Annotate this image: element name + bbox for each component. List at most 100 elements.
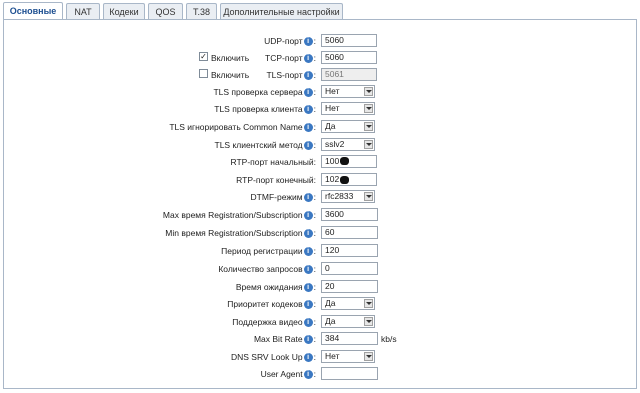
tls-enable-checkbox[interactable] [199,69,208,78]
udp-port-row: UDP-порт i: 5060 [4,34,638,48]
tab-main[interactable]: Основные [3,2,63,20]
tab-advanced-settings[interactable]: Дополнительные настройки [220,3,343,19]
udp-port-label: UDP-порт i: [264,36,316,47]
tls-enable-label: Включить [211,70,250,80]
dtmf-mode-row: DTMF-режим i: rfc2833 [4,190,638,204]
video-support-label: Поддержка видео i: [232,317,316,328]
timeout-row: Время ожидания i: 20 [4,280,638,294]
dtmf-mode-select[interactable]: rfc2833 [321,190,375,203]
info-icon[interactable]: i [303,71,313,81]
info-icon[interactable]: i [303,37,313,47]
chevron-down-icon [364,317,373,326]
info-icon[interactable]: i [303,105,313,115]
tls-verify-client-label: TLS проверка клиента i: [214,104,316,115]
tab-codecs[interactable]: Кодеки [103,3,145,19]
user-agent-label: User Agent i: [260,369,316,380]
min-registration-label: Min время Registration/Subscription i: [165,228,316,239]
tcp-port-input[interactable]: 5060 [321,51,377,64]
rtp-port-start-input[interactable]: 100 [321,155,377,168]
info-icon[interactable]: i [303,123,313,133]
tls-client-method-select[interactable]: sslv2 [321,138,375,151]
dns-srv-label: DNS SRV Look Up i: [230,352,316,363]
info-icon[interactable]: i [303,318,313,328]
timeout-label: Время ожидания i: [235,282,316,293]
tls-client-method-label: TLS клиентский метод i: [214,140,316,151]
codec-priority-label: Приоритет кодеков i: [227,299,316,310]
tls-verify-server-select[interactable]: Нет [321,85,375,98]
timeout-input[interactable]: 20 [321,280,378,293]
codec-priority-row: Приоритет кодеков i: Да [4,297,638,311]
settings-panel: UDP-порт i: 5060 ✓ Включить TCP-порт i: 50… [3,19,637,389]
tls-verify-client-select[interactable]: Нет [321,102,375,115]
tab-qos[interactable]: QOS [148,3,183,19]
bit-rate-unit: kb/s [381,334,397,344]
tls-ignore-cn-label: TLS игнорировать Common Name i: [169,122,316,133]
chevron-down-icon [364,122,373,131]
tls-verify-client-row: TLS проверка клиента i: Нет [4,102,638,116]
info-icon[interactable]: i [303,265,313,275]
info-icon[interactable]: i [303,88,313,98]
info-icon[interactable]: i [303,229,313,239]
tls-ignore-cn-row: TLS игнорировать Common Name i: Да [4,120,638,134]
chevron-down-icon [364,299,373,308]
tls-port-row: Включить TLS-порт i: 5061 [4,68,638,82]
user-agent-input[interactable] [321,367,378,380]
min-registration-input[interactable]: 60 [321,226,378,239]
registration-period-input[interactable]: 120 [321,244,378,257]
video-support-row: Поддержка видео i: Да [4,315,638,329]
info-icon[interactable]: i [303,353,313,363]
rtp-port-start-label: RTP-порт начальный: [230,157,317,167]
tab-t38[interactable]: T.38 [186,3,217,19]
rtp-port-start-row: RTP-порт начальный: 100 [4,155,638,169]
chevron-down-icon [364,104,373,113]
max-bit-rate-input[interactable]: 384 [321,332,378,345]
request-count-row: Количество запросов i: 0 [4,262,638,276]
tls-ignore-cn-select[interactable]: Да [321,120,375,133]
info-icon[interactable]: i [303,54,313,64]
info-icon[interactable]: i [303,370,313,380]
info-icon[interactable]: i [303,193,313,203]
chevron-down-icon [364,140,373,149]
max-bit-rate-row: Max Bit Rate i: 384 kb/s [4,332,638,346]
rtp-port-end-row: RTP-порт конечный: 102 [4,173,638,187]
tls-port-input[interactable]: 5061 [321,68,377,81]
redaction-mark [340,157,349,165]
rtp-port-end-input[interactable]: 102 [321,173,377,186]
tcp-enable-checkbox[interactable]: ✓ [199,52,208,61]
tab-nat[interactable]: NAT [66,3,100,19]
info-icon[interactable]: i [303,283,313,293]
tls-client-method-row: TLS клиентский метод i: sslv2 [4,138,638,152]
tls-verify-server-row: TLS проверка сервера i: Нет [4,85,638,99]
tcp-port-row: ✓ Включить TCP-порт i: 5060 [4,51,638,65]
tls-port-label: TLS-порт i: [266,70,316,81]
registration-period-row: Период регистрации i: 120 [4,244,638,258]
codec-priority-select[interactable]: Да [321,297,375,310]
udp-port-input[interactable]: 5060 [321,34,377,47]
chevron-down-icon [364,192,373,201]
max-registration-input[interactable]: 3600 [321,208,378,221]
redaction-mark [340,176,349,184]
min-registration-row: Min время Registration/Subscription i: 60 [4,226,638,240]
rtp-port-end-label: RTP-порт конечный: [236,175,316,185]
dns-srv-row: DNS SRV Look Up i: Нет [4,350,638,364]
tls-verify-server-label: TLS проверка сервера i: [213,87,316,98]
video-support-select[interactable]: Да [321,315,375,328]
info-icon[interactable]: i [303,211,313,221]
dns-srv-select[interactable]: Нет [321,350,375,363]
tcp-enable-label: Включить [211,53,250,63]
registration-period-label: Период регистрации i: [221,246,316,257]
max-registration-label: Max время Registration/Subscription i: [162,210,316,221]
info-icon[interactable]: i [303,247,313,257]
chevron-down-icon [364,352,373,361]
dtmf-mode-label: DTMF-режим i: [250,192,316,203]
request-count-input[interactable]: 0 [321,262,378,275]
tcp-port-label: TCP-порт i: [265,53,316,64]
max-registration-row: Max время Registration/Subscription i: 36… [4,208,638,222]
max-bit-rate-label: Max Bit Rate i: [253,334,316,345]
chevron-down-icon [364,87,373,96]
request-count-label: Количество запросов i: [218,264,316,275]
info-icon[interactable]: i [303,335,313,345]
user-agent-row: User Agent i: [4,367,638,381]
info-icon[interactable]: i [303,300,313,310]
info-icon[interactable]: i [303,141,313,151]
